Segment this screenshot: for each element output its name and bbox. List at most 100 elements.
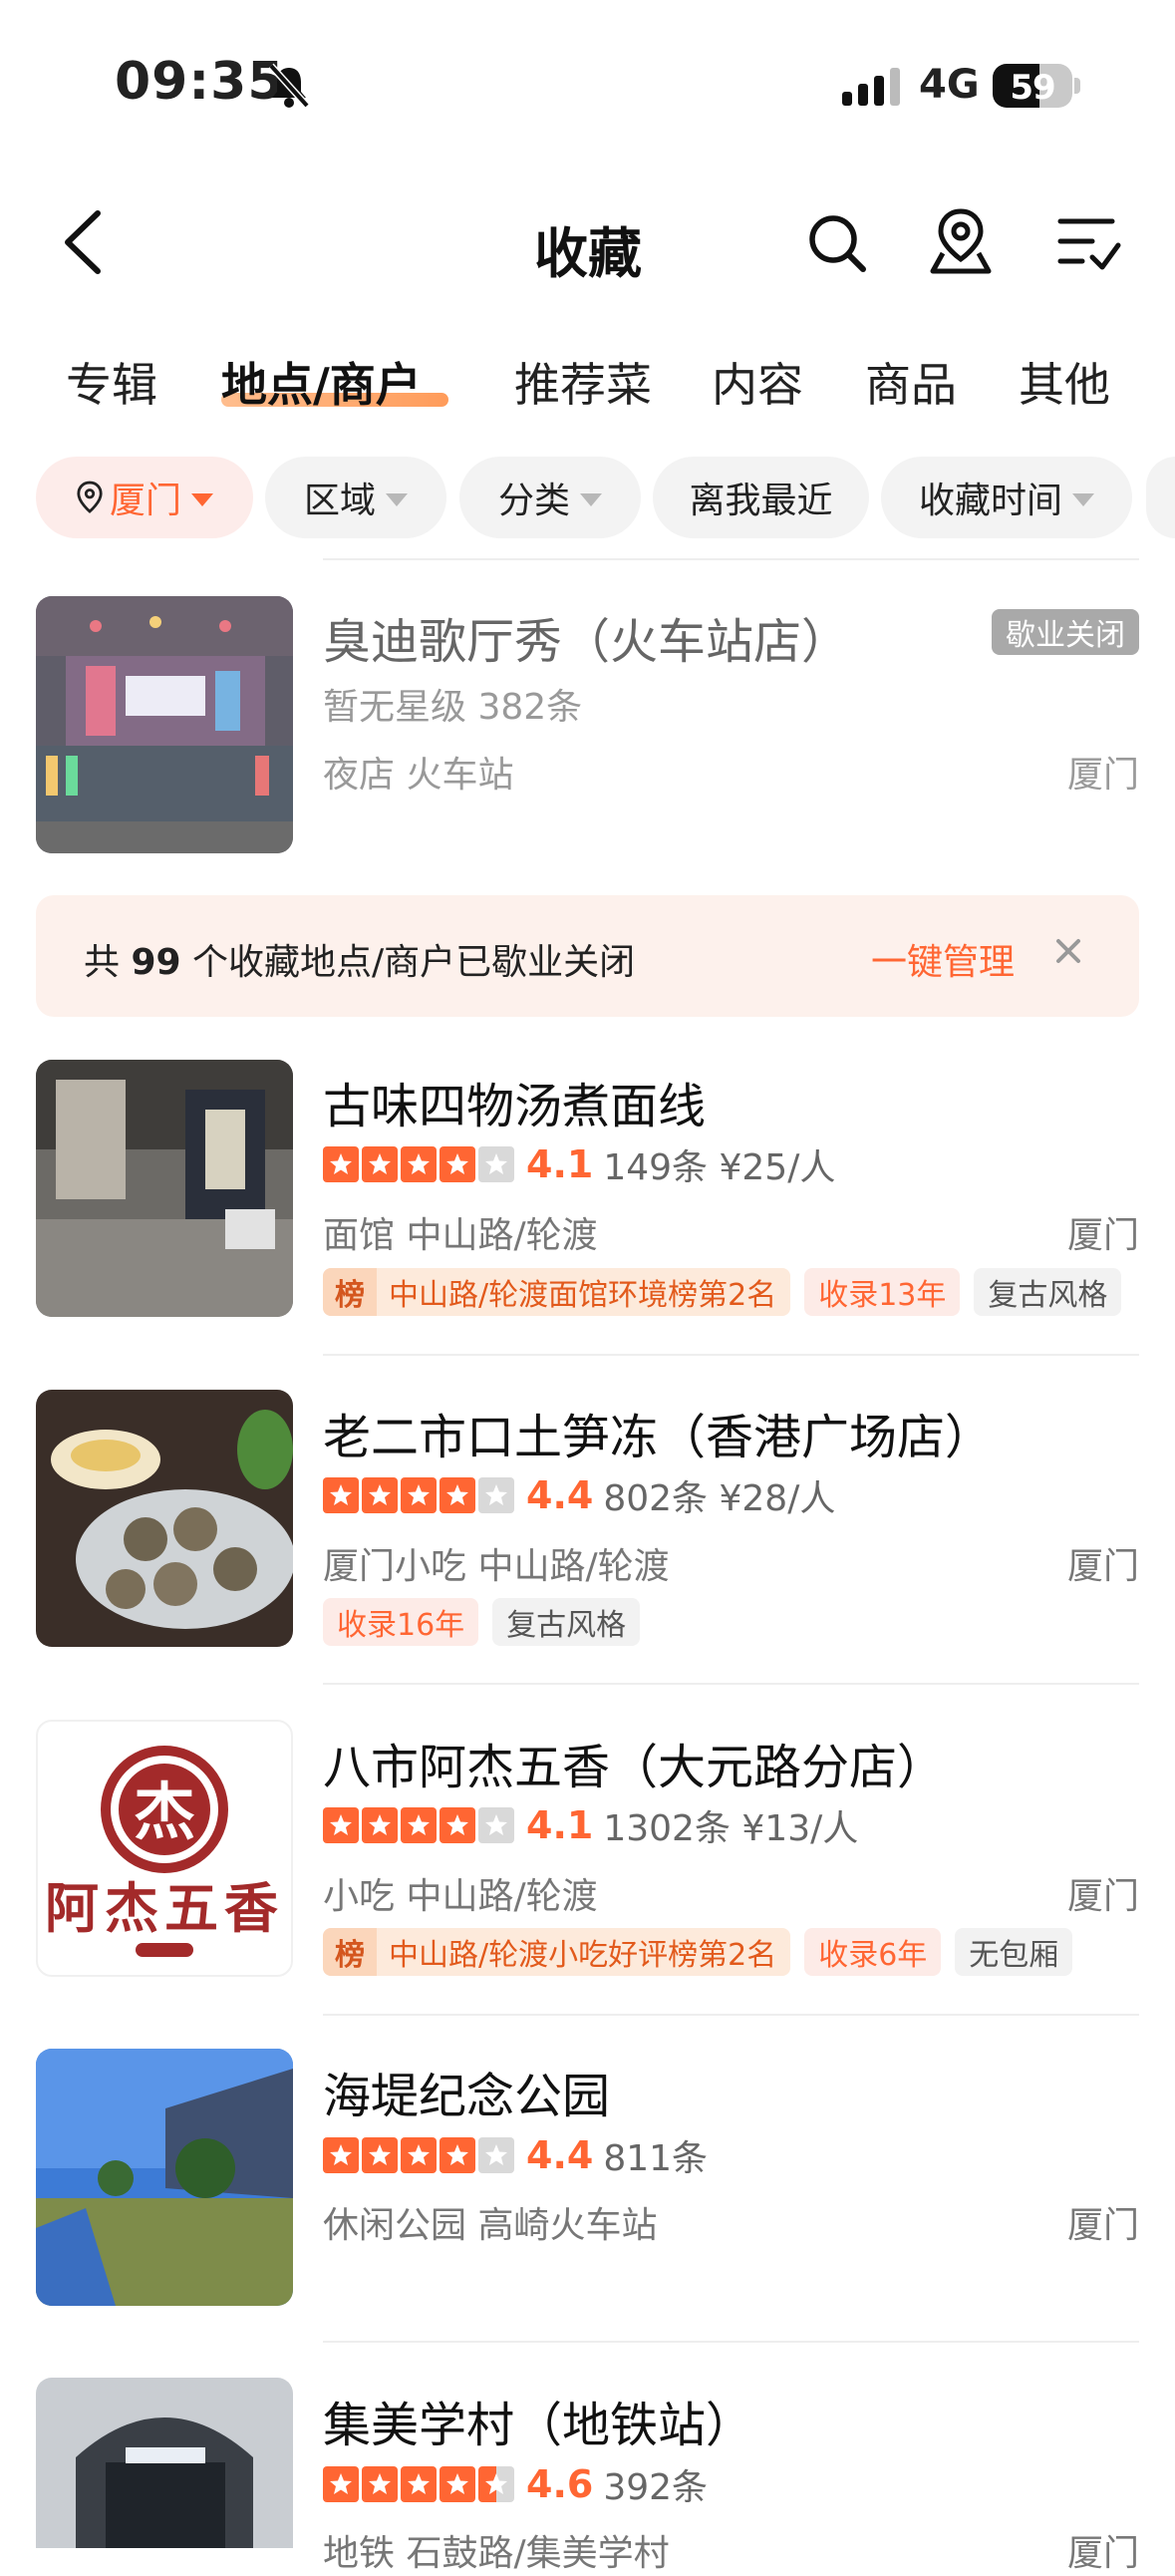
- manage-all-button[interactable]: 一键管理: [871, 933, 1015, 985]
- filter-city[interactable]: 厦门: [36, 457, 253, 538]
- battery-tip: [1074, 78, 1080, 94]
- item-tags: 收录16年 复古风格: [323, 1598, 641, 1646]
- tab-places[interactable]: 地点/商户: [221, 349, 422, 415]
- star-icon: [362, 1477, 398, 1513]
- feature-tag: 复古风格: [492, 1598, 641, 1646]
- item-name[interactable]: 八市阿杰五香（大元路分店）: [323, 1728, 945, 1797]
- item-name[interactable]: 集美学村（地铁站）: [323, 2386, 753, 2455]
- closed-item-photo[interactable]: [36, 596, 293, 853]
- filter-time[interactable]: 收藏时间: [881, 457, 1132, 538]
- bell-muted-icon: [268, 63, 310, 109]
- chevron-down-icon: [580, 492, 602, 506]
- item-rating-row: 4.6 392条: [323, 2458, 708, 2510]
- review-count-price: 802条 ¥28/人: [603, 1478, 836, 1519]
- item-category-area: 地铁 石鼓路/集美学村: [323, 2533, 670, 2574]
- star-icon: [401, 1807, 437, 1843]
- page-title: 收藏: [534, 222, 642, 285]
- divider: [323, 2341, 1139, 2343]
- review-count-price: 1302条 ¥13/人: [603, 1808, 859, 1849]
- status-time: 09:35: [115, 52, 285, 112]
- star-icon: [401, 1146, 437, 1182]
- tab-content[interactable]: 内容: [712, 349, 803, 415]
- svg-text:杰: 杰: [134, 1775, 195, 1848]
- year-tag: 收录13年: [804, 1268, 961, 1316]
- item-tags: 榜中山路/轮渡小吃好评榜第2名 收录6年 无包厢: [323, 1928, 1073, 1976]
- star-rating: [323, 1807, 514, 1843]
- star-icon: [401, 2466, 437, 2502]
- item-city: 厦门: [1066, 1546, 1139, 1587]
- store-logo: 杰 阿杰五香: [45, 1746, 284, 1957]
- star-icon: [323, 1807, 359, 1843]
- manage-list-icon[interactable]: [1056, 213, 1122, 273]
- tab-dishes[interactable]: 推荐菜: [514, 349, 652, 415]
- item-name[interactable]: 老二市口土笋冻（香港广场店）: [323, 1398, 993, 1467]
- divider: [323, 558, 1139, 560]
- star-icon: [440, 2137, 475, 2173]
- rank-tag[interactable]: 榜中山路/轮渡面馆环境榜第2名: [323, 1268, 791, 1316]
- feature-tag: 无包厢: [955, 1928, 1073, 1976]
- close-icon[interactable]: [1048, 931, 1088, 971]
- chevron-down-icon: [1072, 492, 1094, 506]
- item-photo[interactable]: [36, 2378, 293, 2548]
- divider: [323, 1354, 1139, 1356]
- filter-more[interactable]: [1146, 457, 1175, 538]
- year-tag: 收录16年: [323, 1598, 479, 1646]
- closed-item-city: 厦门: [1066, 755, 1139, 796]
- metro-station-photo: [36, 2378, 293, 2548]
- rating-score: 4.1: [526, 1142, 594, 1186]
- feature-tag: 复古风格: [974, 1268, 1122, 1316]
- tab-other[interactable]: 其他: [1019, 349, 1110, 415]
- back-arrow-icon[interactable]: [58, 207, 108, 277]
- item-photo[interactable]: 杰 阿杰五香: [36, 1720, 293, 1977]
- filter-area[interactable]: 区域: [265, 457, 446, 538]
- star-icon: [440, 1807, 475, 1843]
- filter-nearest-label: 离我最近: [689, 481, 833, 521]
- svg-text:阿杰五香: 阿杰五香: [45, 1876, 284, 1940]
- network-type: 4G: [919, 62, 980, 108]
- tab-albums[interactable]: 专辑: [66, 349, 157, 415]
- item-city: 厦门: [1066, 1876, 1139, 1917]
- map-location-icon[interactable]: [927, 205, 995, 277]
- star-icon: [323, 2466, 359, 2502]
- item-category-area: 休闲公园 高崎火车站: [323, 2205, 658, 2246]
- closed-notice-text: 共 99 个收藏地点/商户已歇业关闭: [84, 933, 635, 985]
- item-rating-row: 4.1 149条 ¥25/人: [323, 1138, 835, 1190]
- closed-item-name[interactable]: 臭迪歌厅秀（火车站店）: [323, 602, 849, 672]
- search-icon[interactable]: [805, 211, 869, 275]
- rank-tag[interactable]: 榜中山路/轮渡小吃好评榜第2名: [323, 1928, 791, 1976]
- tab-products[interactable]: 商品: [865, 349, 957, 415]
- item-photo[interactable]: [36, 2049, 293, 2306]
- star-icon: [478, 1807, 514, 1843]
- star-icon: [478, 2137, 514, 2173]
- year-tag: 收录6年: [804, 1928, 942, 1976]
- closed-notice-suffix: 个收藏地点/商户已歇业关闭: [192, 942, 636, 983]
- star-rating: [323, 2137, 514, 2173]
- star-rating: [323, 1477, 514, 1513]
- filter-nearest[interactable]: 离我最近: [653, 457, 869, 538]
- review-count: 811条: [603, 2138, 709, 2179]
- closed-item-meta: 暂无星级 382条: [323, 687, 583, 728]
- item-name[interactable]: 古味四物汤煮面线: [323, 1067, 706, 1136]
- item-photo[interactable]: [36, 1390, 293, 1647]
- divider: [323, 1683, 1139, 1685]
- star-icon: [362, 2137, 398, 2173]
- review-count: 392条: [603, 2467, 709, 2508]
- item-photo[interactable]: [36, 1060, 293, 1317]
- battery-icon: 59: [993, 64, 1072, 108]
- item-category-area: 小吃 中山路/轮渡: [323, 1876, 598, 1917]
- filter-city-label: 厦门: [109, 481, 181, 521]
- noodle-shop-photo: [36, 1060, 293, 1317]
- rank-tag-label: 中山路/轮渡面馆环境榜第2名: [389, 1278, 777, 1313]
- rating-score: 4.4: [526, 1473, 594, 1517]
- review-count-price: 149条 ¥25/人: [603, 1147, 836, 1188]
- star-icon: [362, 1146, 398, 1182]
- item-city: 厦门: [1066, 2533, 1139, 2574]
- filter-category[interactable]: 分类: [459, 457, 641, 538]
- chevron-down-icon: [191, 492, 213, 506]
- item-name[interactable]: 海堤纪念公园: [323, 2057, 610, 2126]
- star-icon: [401, 2137, 437, 2173]
- item-city: 厦门: [1066, 2205, 1139, 2246]
- star-rating: [323, 1146, 514, 1182]
- item-tags: 榜中山路/轮渡面馆环境榜第2名 收录13年 复古风格: [323, 1268, 1122, 1316]
- star-icon: [323, 2137, 359, 2173]
